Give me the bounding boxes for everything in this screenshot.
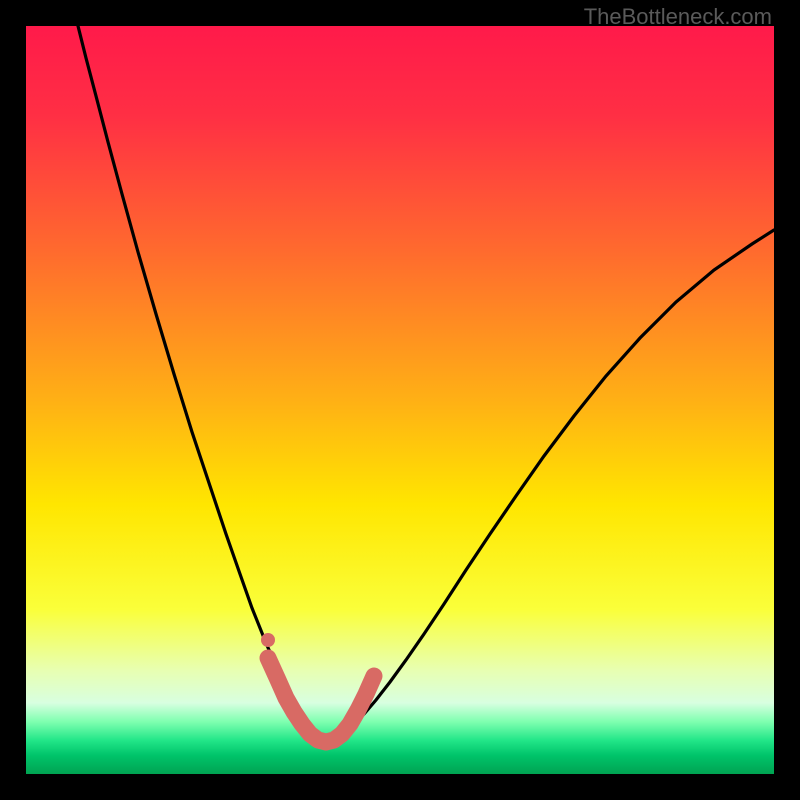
bottleneck-curve xyxy=(78,26,774,742)
watermark-text: TheBottleneck.com xyxy=(584,4,772,30)
chart-area xyxy=(26,26,774,774)
curve-layer xyxy=(26,26,774,774)
highlight-dot xyxy=(261,633,275,647)
highlight-region xyxy=(268,658,374,742)
